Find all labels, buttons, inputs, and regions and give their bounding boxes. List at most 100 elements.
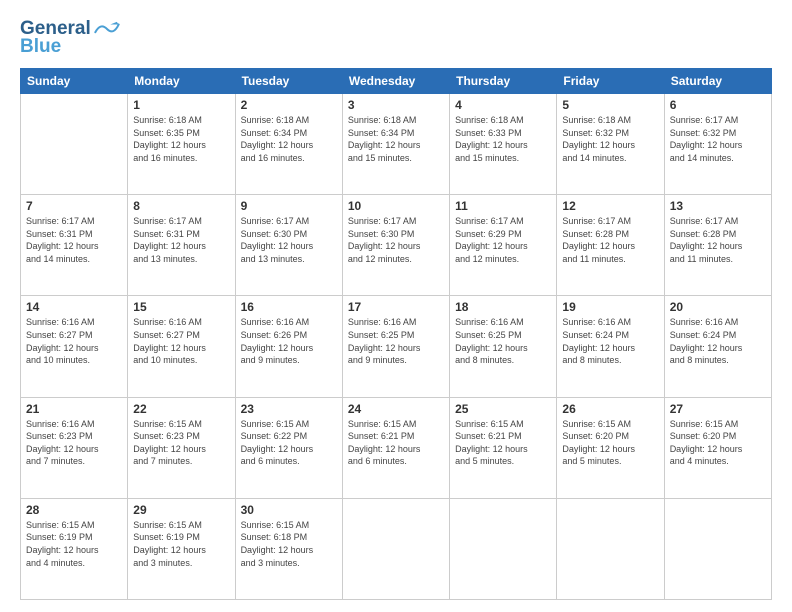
calendar-cell: 22 Sunrise: 6:15 AM Sunset: 6:23 PM Dayli…: [128, 397, 235, 498]
header-monday: Monday: [128, 69, 235, 94]
day-number: 30: [241, 503, 337, 517]
calendar-cell: 27 Sunrise: 6:15 AM Sunset: 6:20 PM Dayli…: [664, 397, 771, 498]
day-number: 1: [133, 98, 229, 112]
header: General Blue: [20, 18, 772, 58]
calendar-cell: 24 Sunrise: 6:15 AM Sunset: 6:21 PM Dayli…: [342, 397, 449, 498]
day-number: 12: [562, 199, 658, 213]
day-number: 22: [133, 402, 229, 416]
header-saturday: Saturday: [664, 69, 771, 94]
day-number: 15: [133, 300, 229, 314]
day-number: 23: [241, 402, 337, 416]
calendar-cell: 28Sunrise: 6:15 AM Sunset: 6:19 PM Dayli…: [21, 498, 128, 599]
day-info: Sunrise: 6:16 AM Sunset: 6:25 PM Dayligh…: [455, 316, 551, 366]
page: General Blue Sunday Monday Tuesday Wedne…: [0, 0, 792, 612]
calendar-cell: 2 Sunrise: 6:18 AM Sunset: 6:34 PM Daylig…: [235, 94, 342, 195]
day-number: 18: [455, 300, 551, 314]
day-info: Sunrise: 6:17 AM Sunset: 6:30 PM Dayligh…: [348, 215, 444, 265]
calendar-header-row: Sunday Monday Tuesday Wednesday Thursday…: [21, 69, 772, 94]
header-friday: Friday: [557, 69, 664, 94]
day-info: Sunrise: 6:15 AM Sunset: 6:19 PM Dayligh…: [26, 519, 122, 569]
day-info: Sunrise: 6:17 AM Sunset: 6:31 PM Dayligh…: [26, 215, 122, 265]
calendar-cell: 3 Sunrise: 6:18 AM Sunset: 6:34 PM Daylig…: [342, 94, 449, 195]
calendar-cell: [557, 498, 664, 599]
day-number: 9: [241, 199, 337, 213]
calendar-cell: 8 Sunrise: 6:17 AM Sunset: 6:31 PM Daylig…: [128, 195, 235, 296]
day-info: Sunrise: 6:16 AM Sunset: 6:23 PM Dayligh…: [26, 418, 122, 468]
calendar-cell: 17 Sunrise: 6:16 AM Sunset: 6:25 PM Dayli…: [342, 296, 449, 397]
day-info: Sunrise: 6:16 AM Sunset: 6:27 PM Dayligh…: [133, 316, 229, 366]
calendar-cell: 20 Sunrise: 6:16 AM Sunset: 6:24 PM Dayli…: [664, 296, 771, 397]
header-sunday: Sunday: [21, 69, 128, 94]
day-info: Sunrise: 6:17 AM Sunset: 6:28 PM Dayligh…: [562, 215, 658, 265]
day-info: Sunrise: 6:15 AM Sunset: 6:19 PM Dayligh…: [133, 519, 229, 569]
calendar-cell: 19Sunrise: 6:16 AM Sunset: 6:24 PM Dayli…: [557, 296, 664, 397]
day-number: 26: [562, 402, 658, 416]
day-info: Sunrise: 6:16 AM Sunset: 6:25 PM Dayligh…: [348, 316, 444, 366]
day-number: 2: [241, 98, 337, 112]
day-number: 11: [455, 199, 551, 213]
header-tuesday: Tuesday: [235, 69, 342, 94]
day-number: 10: [348, 199, 444, 213]
calendar-cell: [664, 498, 771, 599]
day-info: Sunrise: 6:18 AM Sunset: 6:32 PM Dayligh…: [562, 114, 658, 164]
day-info: Sunrise: 6:18 AM Sunset: 6:34 PM Dayligh…: [348, 114, 444, 164]
day-number: 17: [348, 300, 444, 314]
day-number: 20: [670, 300, 766, 314]
day-number: 14: [26, 300, 122, 314]
day-info: Sunrise: 6:15 AM Sunset: 6:21 PM Dayligh…: [455, 418, 551, 468]
day-number: 27: [670, 402, 766, 416]
day-number: 5: [562, 98, 658, 112]
calendar-cell: 18 Sunrise: 6:16 AM Sunset: 6:25 PM Dayli…: [450, 296, 557, 397]
calendar-cell: 25 Sunrise: 6:15 AM Sunset: 6:21 PM Dayli…: [450, 397, 557, 498]
calendar-cell: 12 Sunrise: 6:17 AM Sunset: 6:28 PM Dayli…: [557, 195, 664, 296]
day-info: Sunrise: 6:15 AM Sunset: 6:21 PM Dayligh…: [348, 418, 444, 468]
day-info: Sunrise: 6:15 AM Sunset: 6:23 PM Dayligh…: [133, 418, 229, 468]
day-info: Sunrise: 6:15 AM Sunset: 6:22 PM Dayligh…: [241, 418, 337, 468]
logo-blue-text: Blue: [20, 36, 61, 58]
logo-wave-icon: [94, 19, 120, 39]
day-number: 25: [455, 402, 551, 416]
logo-container: General Blue: [20, 18, 120, 58]
day-number: 4: [455, 98, 551, 112]
day-info: Sunrise: 6:15 AM Sunset: 6:18 PM Dayligh…: [241, 519, 337, 569]
day-info: Sunrise: 6:17 AM Sunset: 6:31 PM Dayligh…: [133, 215, 229, 265]
day-info: Sunrise: 6:18 AM Sunset: 6:34 PM Dayligh…: [241, 114, 337, 164]
day-info: Sunrise: 6:15 AM Sunset: 6:20 PM Dayligh…: [562, 418, 658, 468]
day-info: Sunrise: 6:16 AM Sunset: 6:27 PM Dayligh…: [26, 316, 122, 366]
day-number: 24: [348, 402, 444, 416]
day-number: 7: [26, 199, 122, 213]
calendar-cell: 9 Sunrise: 6:17 AM Sunset: 6:30 PM Daylig…: [235, 195, 342, 296]
calendar-cell: 11 Sunrise: 6:17 AM Sunset: 6:29 PM Dayli…: [450, 195, 557, 296]
day-number: 16: [241, 300, 337, 314]
day-info: Sunrise: 6:15 AM Sunset: 6:20 PM Dayligh…: [670, 418, 766, 468]
day-number: 3: [348, 98, 444, 112]
day-info: Sunrise: 6:17 AM Sunset: 6:30 PM Dayligh…: [241, 215, 337, 265]
calendar-cell: 23 Sunrise: 6:15 AM Sunset: 6:22 PM Dayli…: [235, 397, 342, 498]
calendar-cell: 5 Sunrise: 6:18 AM Sunset: 6:32 PM Daylig…: [557, 94, 664, 195]
day-info: Sunrise: 6:17 AM Sunset: 6:28 PM Dayligh…: [670, 215, 766, 265]
day-number: 29: [133, 503, 229, 517]
day-info: Sunrise: 6:17 AM Sunset: 6:32 PM Dayligh…: [670, 114, 766, 164]
calendar-cell: [21, 94, 128, 195]
day-number: 6: [670, 98, 766, 112]
day-number: 13: [670, 199, 766, 213]
day-info: Sunrise: 6:16 AM Sunset: 6:26 PM Dayligh…: [241, 316, 337, 366]
calendar-cell: 26 Sunrise: 6:15 AM Sunset: 6:20 PM Dayli…: [557, 397, 664, 498]
day-info: Sunrise: 6:18 AM Sunset: 6:35 PM Dayligh…: [133, 114, 229, 164]
header-thursday: Thursday: [450, 69, 557, 94]
calendar-cell: 15 Sunrise: 6:16 AM Sunset: 6:27 PM Dayli…: [128, 296, 235, 397]
calendar-cell: 16 Sunrise: 6:16 AM Sunset: 6:26 PM Dayli…: [235, 296, 342, 397]
day-number: 21: [26, 402, 122, 416]
calendar-week-row: 1 Sunrise: 6:18 AM Sunset: 6:35 PM Daylig…: [21, 94, 772, 195]
calendar-week-row: 28Sunrise: 6:15 AM Sunset: 6:19 PM Dayli…: [21, 498, 772, 599]
calendar-cell: 13 Sunrise: 6:17 AM Sunset: 6:28 PM Dayli…: [664, 195, 771, 296]
calendar-cell: [450, 498, 557, 599]
day-number: 8: [133, 199, 229, 213]
calendar-cell: 21 Sunrise: 6:16 AM Sunset: 6:23 PM Dayli…: [21, 397, 128, 498]
calendar-cell: 7 Sunrise: 6:17 AM Sunset: 6:31 PM Daylig…: [21, 195, 128, 296]
day-info: Sunrise: 6:17 AM Sunset: 6:29 PM Dayligh…: [455, 215, 551, 265]
calendar-cell: 10 Sunrise: 6:17 AM Sunset: 6:30 PM Dayli…: [342, 195, 449, 296]
day-info: Sunrise: 6:16 AM Sunset: 6:24 PM Dayligh…: [670, 316, 766, 366]
day-info: Sunrise: 6:18 AM Sunset: 6:33 PM Dayligh…: [455, 114, 551, 164]
calendar: Sunday Monday Tuesday Wednesday Thursday…: [20, 68, 772, 600]
